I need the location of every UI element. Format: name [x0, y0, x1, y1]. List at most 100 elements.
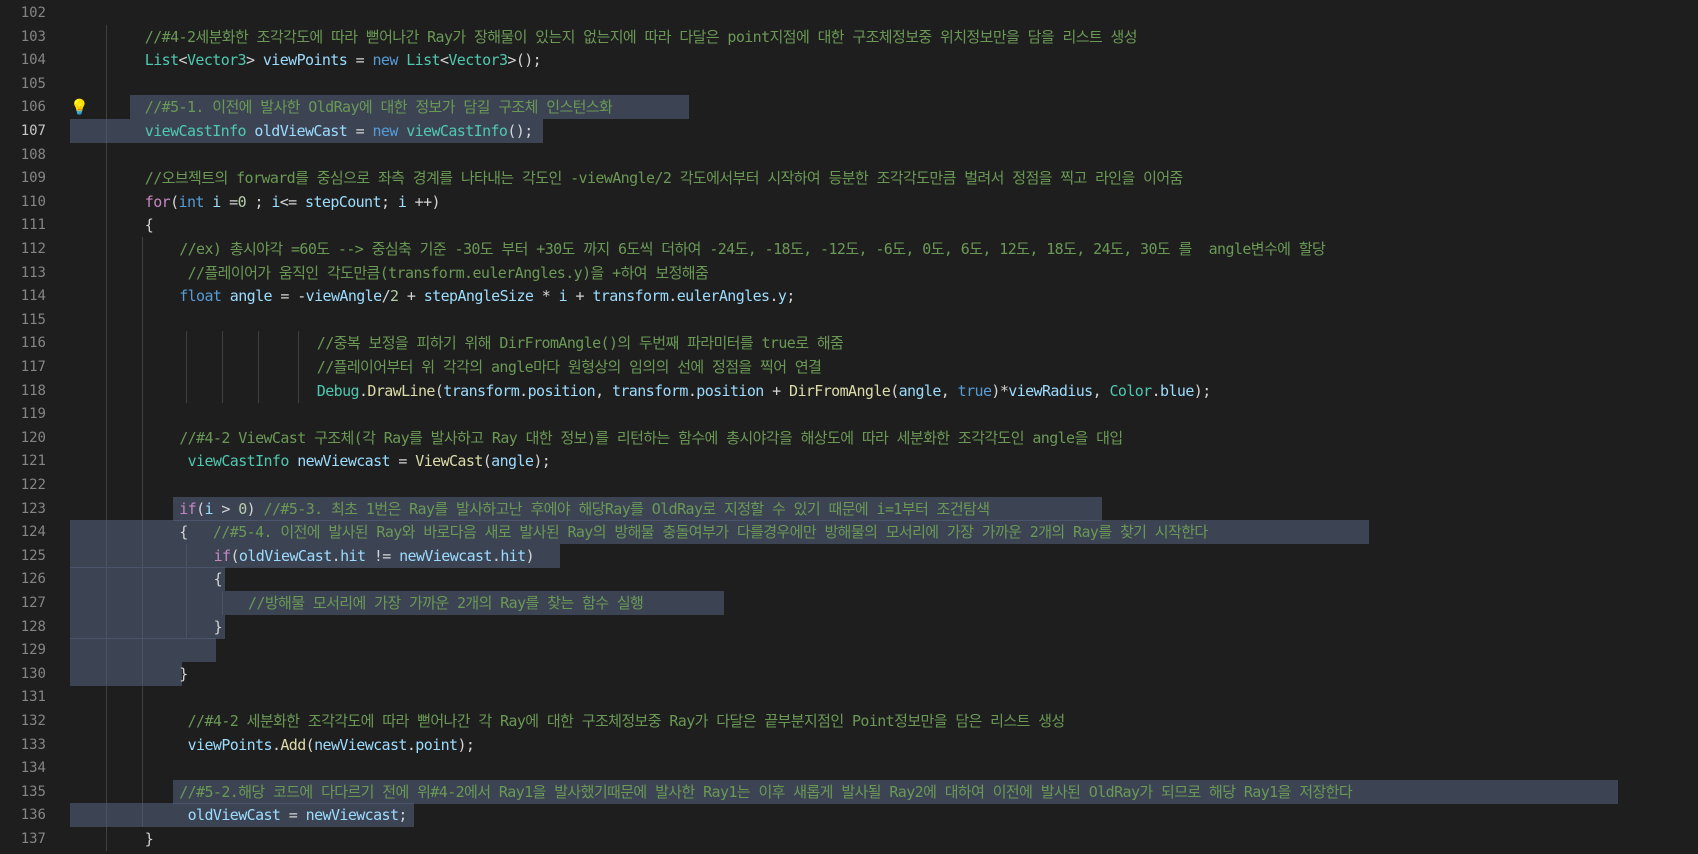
- line-number[interactable]: 136: [0, 803, 46, 827]
- code-line[interactable]: 109 //오브젝트의 forward를 중심으로 좌측 경계를 나타내는 각도인…: [0, 166, 1698, 191]
- code-line[interactable]: 108: [0, 142, 1698, 167]
- line-number[interactable]: 102: [0, 1, 46, 25]
- code-line[interactable]: 135 //#5-2.해당 코드에 다다르기 전에 위#4-2에서 Ray1을 발…: [0, 779, 1698, 804]
- line-number[interactable]: 107: [0, 119, 46, 143]
- code-line[interactable]: 119: [0, 402, 1698, 427]
- line-code[interactable]: //#5-2.해당 코드에 다다르기 전에 위#4-2에서 Ray1을 발사했기…: [179, 780, 1352, 804]
- line-number[interactable]: 127: [0, 591, 46, 615]
- line-number[interactable]: 130: [0, 662, 46, 686]
- line-code[interactable]: //#4-2세분화한 조각각도에 따라 뻗어나간 Ray가 장해물이 있는지 없…: [145, 25, 1138, 49]
- line-number[interactable]: 117: [0, 355, 46, 379]
- code-line[interactable]: 137}: [0, 827, 1698, 851]
- line-code[interactable]: //#4-2 ViewCast 구조체(각 Ray를 발사하고 Ray 대한 정…: [179, 426, 1123, 450]
- line-code[interactable]: //플레이어부터 위 각각의 angle마다 원형상의 임의의 선에 정점을 찍…: [317, 355, 822, 379]
- line-code[interactable]: float angle = -viewAngle/2 + stepAngleSi…: [179, 284, 795, 308]
- code-line[interactable]: 134: [0, 756, 1698, 781]
- code-line[interactable]: 123 if(i > 0) //#5-3. 최초 1번은 Ray를 발사하고난 후…: [0, 496, 1698, 521]
- line-code[interactable]: viewCastInfo oldViewCast = new viewCastI…: [145, 119, 533, 143]
- line-number[interactable]: 105: [0, 72, 46, 96]
- code-line[interactable]: 132 //#4-2 세분화한 조각각도에 따라 뻗어나간 각 Ray에 대한 …: [0, 709, 1698, 733]
- code-editor[interactable]: 102 103 //#4-2세분화한 조각각도에 따라 뻗어나간 Ray가 장해물이…: [0, 0, 1698, 854]
- code-line[interactable]: 125 if(oldViewCast.hit != newViewcast.hit…: [0, 543, 1698, 568]
- line-code[interactable]: if(i > 0) //#5-3. 최초 1번은 Ray를 발사하고난 후에야 …: [179, 497, 990, 521]
- line-number[interactable]: 133: [0, 733, 46, 757]
- line-number[interactable]: 104: [0, 48, 46, 72]
- line-code[interactable]: }: [214, 615, 223, 639]
- code-line[interactable]: 120 //#4-2 ViewCast 구조체(각 Ray를 발사하고 Ray 대…: [0, 425, 1698, 450]
- line-code[interactable]: {: [214, 567, 223, 591]
- code-line[interactable]: 104 List<Vector3> viewPoints = new List<V…: [0, 48, 1698, 73]
- code-line[interactable]: 110 for(int i =0 ; i<= stepCount; i ++): [0, 189, 1698, 214]
- line-code[interactable]: viewPoints.Add(newViewcast.point);: [179, 733, 475, 757]
- code-line[interactable]: 114 float angle = -viewAngle/2 + stepAngl…: [0, 284, 1698, 309]
- code-line[interactable]: 115: [0, 307, 1698, 332]
- line-code[interactable]: for(int i =0 ; i<= stepCount; i ++): [145, 190, 441, 214]
- line-code[interactable]: //오브젝트의 forward를 중심으로 좌측 경계를 나타내는 각도인 -v…: [145, 166, 1184, 190]
- line-number[interactable]: 120: [0, 426, 46, 450]
- line-number[interactable]: 121: [0, 449, 46, 473]
- code-line[interactable]: 121 viewCastInfo newViewcast = ViewCast(…: [0, 449, 1698, 474]
- code-line[interactable]: 122: [0, 473, 1698, 497]
- line-number[interactable]: 115: [0, 308, 46, 332]
- line-number[interactable]: 132: [0, 709, 46, 733]
- line-number[interactable]: 114: [0, 284, 46, 308]
- line-number[interactable]: 110: [0, 190, 46, 214]
- code-line[interactable]: 111 {: [0, 213, 1698, 238]
- line-number[interactable]: 126: [0, 567, 46, 591]
- line-number[interactable]: 134: [0, 756, 46, 780]
- line-code[interactable]: if(oldViewCast.hit != newViewcast.hit): [214, 544, 535, 568]
- line-number[interactable]: 137: [0, 827, 46, 851]
- code-line[interactable]: 126 {: [0, 567, 1698, 592]
- code-line[interactable]: 124 { //#5-4. 이전에 발사된 Ray와 바로다음 새로 발사된 Ra…: [0, 520, 1698, 545]
- line-code[interactable]: //방해물 모서리에 가장 가까운 2개의 Ray를 찾는 함수 실행: [248, 591, 644, 615]
- code-line[interactable]: 130}: [0, 661, 1698, 686]
- line-number[interactable]: 108: [0, 143, 46, 167]
- line-number[interactable]: 135: [0, 780, 46, 804]
- line-code[interactable]: //ex) 총시야각 =60도 --> 중심축 기준 -30도 부터 +30도 …: [179, 237, 1326, 261]
- line-number[interactable]: 129: [0, 638, 46, 662]
- line-code[interactable]: }: [145, 827, 154, 851]
- lightbulb-icon[interactable]: 💡: [70, 98, 89, 116]
- line-code[interactable]: //중복 보정을 피하기 위해 DirFromAngle()의 두번째 파라미터…: [317, 331, 844, 355]
- line-code[interactable]: {: [145, 213, 154, 237]
- code-line[interactable]: 102: [0, 1, 1698, 25]
- code-line[interactable]: 107 viewCastInfo oldViewCast = new viewCa…: [0, 119, 1698, 143]
- code-line[interactable]: 127 //방해물 모서리에 가장 가까운 2개의 Ray를 찾는 함수 실행: [0, 591, 1698, 615]
- code-line[interactable]: 116 //중복 보정을 피하기 위해 DirFromAngle()의 두번째 파…: [0, 331, 1698, 356]
- line-code[interactable]: viewCastInfo newViewcast = ViewCast(angl…: [179, 449, 551, 473]
- code-line[interactable]: 131: [0, 685, 1698, 710]
- code-line[interactable]: 129: [0, 638, 1698, 663]
- line-code[interactable]: oldViewCast = newViewcast;: [179, 803, 408, 827]
- line-number[interactable]: 124: [0, 520, 46, 544]
- line-number[interactable]: 119: [0, 402, 46, 426]
- code-line[interactable]: 113 //플레이어가 움직인 각도만큼(transform.eulerAngl…: [0, 260, 1698, 285]
- line-number[interactable]: 109: [0, 166, 46, 190]
- line-number[interactable]: 122: [0, 473, 46, 497]
- line-number[interactable]: 103: [0, 25, 46, 49]
- line-number[interactable]: 113: [0, 261, 46, 285]
- line-number[interactable]: 131: [0, 685, 46, 709]
- line-code[interactable]: List<Vector3> viewPoints = new List<Vect…: [145, 48, 542, 72]
- line-number[interactable]: 112: [0, 237, 46, 261]
- line-number[interactable]: 106: [0, 95, 46, 119]
- line-number[interactable]: 123: [0, 497, 46, 521]
- line-code[interactable]: { //#5-4. 이전에 발사된 Ray와 바로다음 새로 발사된 Ray의 …: [179, 520, 1208, 544]
- code-line[interactable]: 133 viewPoints.Add(newViewcast.point);: [0, 732, 1698, 757]
- line-number[interactable]: 111: [0, 213, 46, 237]
- code-line[interactable]: 105: [0, 71, 1698, 96]
- code-line[interactable]: 103 //#4-2세분화한 조각각도에 따라 뻗어나간 Ray가 장해물이 있는…: [0, 24, 1698, 49]
- code-line[interactable]: 128}: [0, 614, 1698, 639]
- code-line[interactable]: 136 oldViewCast = newViewcast;: [0, 803, 1698, 828]
- line-number[interactable]: 116: [0, 331, 46, 355]
- code-line[interactable]: 117 //플레이어부터 위 각각의 angle마다 원형상의 임의의 선에 정점…: [0, 355, 1698, 379]
- code-line[interactable]: 106 💡 //#5-1. 이전에 발사한 OldRay에 대한 정보가 담길 구조…: [0, 95, 1698, 120]
- code-line[interactable]: 118 Debug.DrawLine(transform.position, tr…: [0, 378, 1698, 403]
- line-code[interactable]: //플레이어가 움직인 각도만큼(transform.eulerAngles.y…: [179, 261, 709, 285]
- code-line[interactable]: 112 //ex) 총시야각 =60도 --> 중심축 기준 -30도 부터 +3…: [0, 237, 1698, 261]
- line-number[interactable]: 118: [0, 379, 46, 403]
- line-code[interactable]: //#4-2 세분화한 조각각도에 따라 뻗어나간 각 Ray에 대한 구조체정…: [179, 709, 1066, 733]
- line-code[interactable]: Debug.DrawLine(transform.position, trans…: [317, 379, 1211, 403]
- line-number[interactable]: 128: [0, 615, 46, 639]
- line-code[interactable]: //#5-1. 이전에 발사한 OldRay에 대한 정보가 담길 구조체 인스…: [145, 95, 613, 119]
- line-number[interactable]: 125: [0, 544, 46, 568]
